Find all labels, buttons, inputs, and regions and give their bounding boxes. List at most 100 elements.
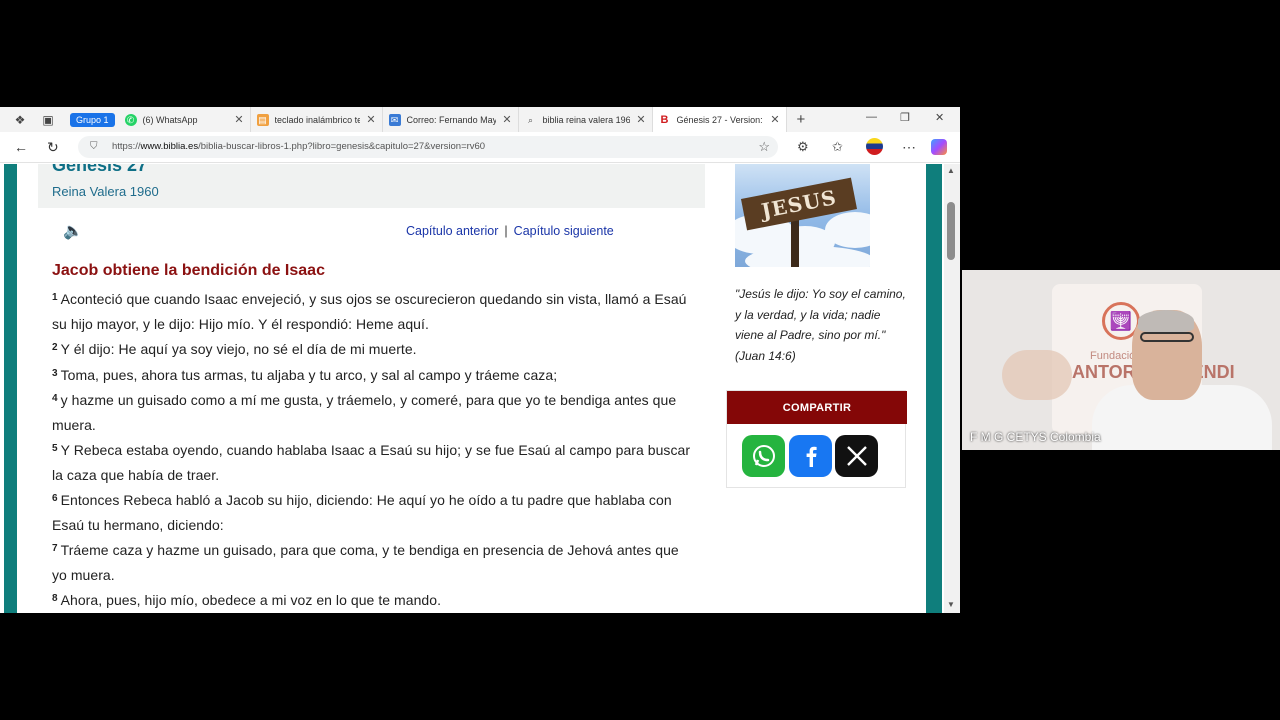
page-scrollbar[interactable]: ▲ ▼ <box>944 164 960 613</box>
url-prefix: https:// <box>112 141 141 152</box>
tab-title: biblia reina valera 196 <box>542 114 631 125</box>
tab-whatsapp[interactable]: ✆ (6) WhatsApp ✕ <box>119 107 251 132</box>
close-icon[interactable]: ✕ <box>496 113 511 126</box>
page-border-left <box>4 164 17 613</box>
web-page: Génesis 27 Reina Valera 1960 🔈 Capítulo … <box>0 164 944 613</box>
verse: 4y hazme un guisado como a mí me gusta, … <box>52 387 697 437</box>
tab-genesis-active[interactable]: B Génesis 27 - Version: R ✕ <box>652 107 787 132</box>
verse-text: Tráeme caza y hazme un guisado, para que… <box>52 542 679 583</box>
whatsapp-favicon-icon: ✆ <box>124 113 137 126</box>
profile-avatar-icon[interactable] <box>866 138 883 155</box>
tab-busqueda[interactable]: ⌕ biblia reina valera 196 ✕ <box>519 107 653 132</box>
previous-chapter-link[interactable]: Capítulo anterior <box>406 224 498 238</box>
whatsapp-share-button[interactable] <box>742 435 785 477</box>
mail-favicon-icon: ✉ <box>388 113 401 126</box>
x-icon <box>846 446 867 466</box>
tab-title: (6) WhatsApp <box>142 114 198 125</box>
verse-number: 4 <box>52 393 58 404</box>
jesus-signpost-image: JESUS <box>735 164 870 267</box>
address-bar-row: ← ↻ ⛉ https://www.biblia.es/biblia-busca… <box>0 132 960 163</box>
tab-teclado[interactable]: ▤ teclado inalámbrico te ✕ <box>251 107 383 132</box>
scrollbar-thumb[interactable] <box>947 202 955 260</box>
scroll-down-arrow-icon[interactable]: ▼ <box>947 600 955 609</box>
verse-number: 3 <box>52 367 58 379</box>
url-path: /biblia-buscar-libros-1.php?libro=genesi… <box>198 141 486 152</box>
section-title: Jacob obtiene la bendición de Isaac <box>52 262 325 279</box>
screen: ❖ ▣ Grupo 1 ✆ (6) WhatsApp ✕ ▤ teclado i… <box>0 0 1280 720</box>
verse: 6 Entonces Rebeca habló a Jacob su hijo, … <box>52 487 697 537</box>
verse-number: 8 <box>52 593 58 604</box>
favorites-icon[interactable]: ✩ <box>832 139 843 155</box>
scroll-up-arrow-icon[interactable]: ▲ <box>947 166 955 175</box>
tab-title: Génesis 27 - Version: R <box>676 114 765 125</box>
shop-favicon-icon: ▤ <box>256 113 269 126</box>
restore-icon[interactable]: ❐ <box>900 111 910 124</box>
tab-title: Correo: Fernando May <box>406 114 497 125</box>
share-box: COMPARTIR <box>726 390 907 488</box>
extensions-icon[interactable]: ⚙ <box>797 139 809 155</box>
verse-text: Toma, pues, ahora tus armas, tu aljaba y… <box>60 366 558 383</box>
verse-number: 5 <box>52 443 58 454</box>
close-window-icon[interactable]: ✕ <box>935 111 944 124</box>
verse-list: 1 Aconteció que cuando Isaac envejeció, y… <box>52 286 697 613</box>
tab-group-label[interactable]: Grupo 1 <box>70 112 115 127</box>
close-icon[interactable]: ✕ <box>764 113 779 126</box>
verse-text: y hazme un guisado como a mí me gusta, y… <box>52 392 677 433</box>
verse-number: 6 <box>52 493 58 504</box>
url-field[interactable]: ⛉ https://www.biblia.es/biblia-buscar-li… <box>78 136 778 158</box>
facebook-icon <box>806 446 817 467</box>
version-label: Reina Valera 1960 <box>52 184 159 199</box>
close-icon[interactable]: ✕ <box>228 113 243 126</box>
verse-text: Entonces Rebeca habló a Jacob su hijo, d… <box>52 492 672 533</box>
audio-speaker-icon[interactable]: 🔈 <box>63 221 83 241</box>
copilot-icon[interactable] <box>931 139 947 155</box>
new-tab-plus-icon[interactable]: + <box>797 111 806 128</box>
verse: 8 Ahora, pues, hijo mío, obedece a mi voz… <box>52 587 697 613</box>
speaker-hand <box>1002 350 1072 400</box>
close-icon[interactable]: ✕ <box>630 113 645 126</box>
speaker-hair <box>1138 310 1194 332</box>
verse-number: 2 <box>52 342 58 353</box>
verse-text: Aconteció que cuando Isaac envejeció, y … <box>52 291 687 332</box>
biblia-favicon-icon: B <box>660 113 669 126</box>
page-title: Génesis 27 <box>52 164 148 175</box>
minimize-icon[interactable]: — <box>866 111 877 123</box>
x-share-button[interactable] <box>835 435 878 477</box>
tab-title: teclado inalámbrico te <box>274 114 361 125</box>
verse: 7 Tráeme caza y hazme un guisado, para qu… <box>52 537 697 587</box>
more-menu-icon[interactable]: ⋯ <box>902 139 916 156</box>
verse-text: Y él dijo: He aquí ya soy viejo, no sé e… <box>60 341 417 357</box>
back-arrow-icon[interactable]: ← <box>14 139 28 155</box>
speaker-glasses <box>1140 332 1194 342</box>
tab-bar: ❖ ▣ Grupo 1 ✆ (6) WhatsApp ✕ ▤ teclado i… <box>0 107 960 132</box>
verse-text: Y Rebeca estaba oyendo, cuando hablaba I… <box>52 442 691 483</box>
refresh-icon[interactable]: ↻ <box>47 139 59 156</box>
verse-text: Ahora, pues, hijo mío, obedece a mi voz … <box>60 592 442 608</box>
verse: 5Y Rebeca estaba oyendo, cuando hablaba … <box>52 437 697 487</box>
verse-number: 7 <box>52 543 58 554</box>
facebook-share-button[interactable] <box>789 435 832 477</box>
close-icon[interactable]: ✕ <box>360 113 375 126</box>
webcam-video: 🕎 Fundación M ANTORC ENCENDI F M G CETYS… <box>962 270 1280 450</box>
site-info-icon[interactable]: ⛉ <box>90 136 98 158</box>
tab-correo[interactable]: ✉ Correo: Fernando May ✕ <box>383 107 519 132</box>
verse-number: 1 <box>52 292 58 303</box>
share-title: COMPARTIR <box>727 391 907 424</box>
next-chapter-link[interactable]: Capítulo siguiente <box>514 224 614 238</box>
tab-actions-icon[interactable]: ▣ <box>40 112 56 128</box>
participant-name: F M G CETYS Colombia <box>970 430 1101 444</box>
page-border-right <box>926 164 942 613</box>
browser-window: ❖ ▣ Grupo 1 ✆ (6) WhatsApp ✕ ▤ teclado i… <box>0 107 960 613</box>
search-icon: ⌕ <box>528 114 534 125</box>
chapter-navigation: Capítulo anterior | Capítulo siguiente <box>406 224 614 238</box>
verse: 2Y él dijo: He aquí ya soy viejo, no sé … <box>52 336 697 362</box>
nav-separator: | <box>504 224 508 238</box>
url-host: www.biblia.es <box>140 141 199 152</box>
verse: 3 Toma, pues, ahora tus armas, tu aljaba … <box>52 362 697 388</box>
favorite-star-icon[interactable]: ☆ <box>758 136 770 158</box>
bible-quote: "Jesús le dijo: Yo soy el camino, y la v… <box>735 287 906 363</box>
verse: 1 Aconteció que cuando Isaac envejeció, y… <box>52 286 697 336</box>
chapter-header: Génesis 27 Reina Valera 1960 <box>38 164 705 208</box>
whatsapp-icon <box>752 445 775 467</box>
workspaces-icon[interactable]: ❖ <box>12 112 28 128</box>
